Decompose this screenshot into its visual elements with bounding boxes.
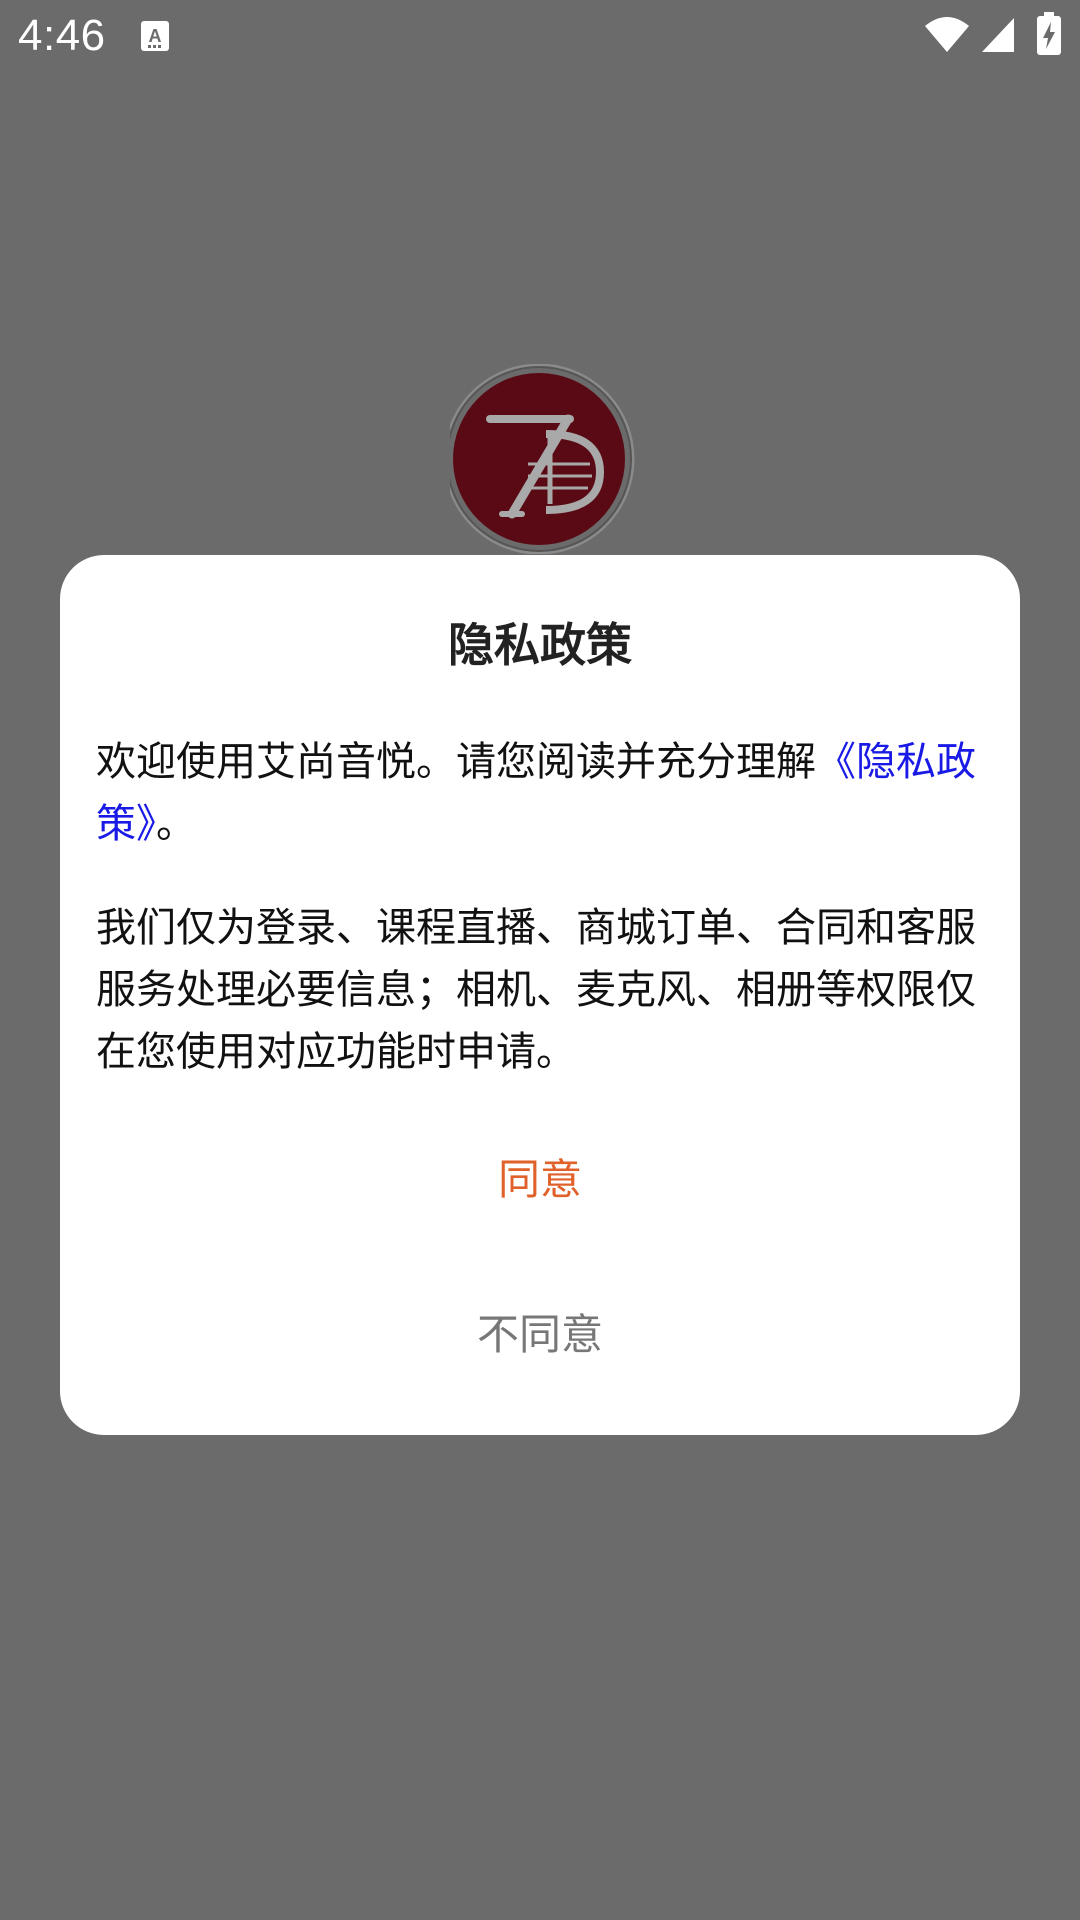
agree-button[interactable]: 同意 bbox=[390, 1140, 690, 1220]
svg-text:A: A bbox=[149, 26, 162, 46]
status-bar: 4:46 A bbox=[0, 0, 1080, 72]
dialog-title: 隐私政策 bbox=[448, 618, 632, 672]
app-logo bbox=[443, 363, 640, 555]
permissions-paragraph: 我们仅为登录、课程直播、商城订单、合同和客服服务处理必要信息；相机、麦克风、相册… bbox=[96, 905, 976, 1075]
wifi-icon bbox=[925, 17, 969, 52]
text-a-icon: A bbox=[141, 21, 169, 51]
status-time: 4:46 bbox=[18, 11, 106, 60]
disagree-button[interactable]: 不同意 bbox=[390, 1295, 690, 1375]
welcome-tail: 。 bbox=[156, 801, 196, 847]
cell-signal-icon bbox=[982, 18, 1014, 52]
dialog-body: 欢迎使用艾尚音悦。请您阅读并充分理解《隐私政策》。 我们仅为登录、课程直播、商城… bbox=[96, 731, 982, 1083]
battery-charging-icon bbox=[1037, 12, 1061, 55]
welcome-text: 欢迎使用艾尚音悦。请您阅读并充分理解 bbox=[96, 739, 816, 785]
welcome-paragraph: 欢迎使用艾尚音悦。请您阅读并充分理解《隐私政策》。 bbox=[96, 731, 982, 855]
privacy-policy-dialog: 隐私政策 欢迎使用艾尚音悦。请您阅读并充分理解《隐私政策》。 我们仅为登录、课程… bbox=[60, 555, 1020, 1435]
app-screen: 4:46 A 隐私政策 欢迎使用艾尚音悦。请您阅读并充分理解《隐私政策》。 我们… bbox=[0, 0, 1080, 1920]
brand-logo-icon bbox=[443, 363, 635, 555]
